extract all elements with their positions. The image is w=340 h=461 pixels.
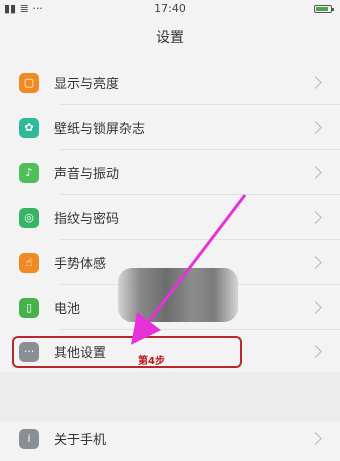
annotation-arrow	[130, 194, 247, 345]
